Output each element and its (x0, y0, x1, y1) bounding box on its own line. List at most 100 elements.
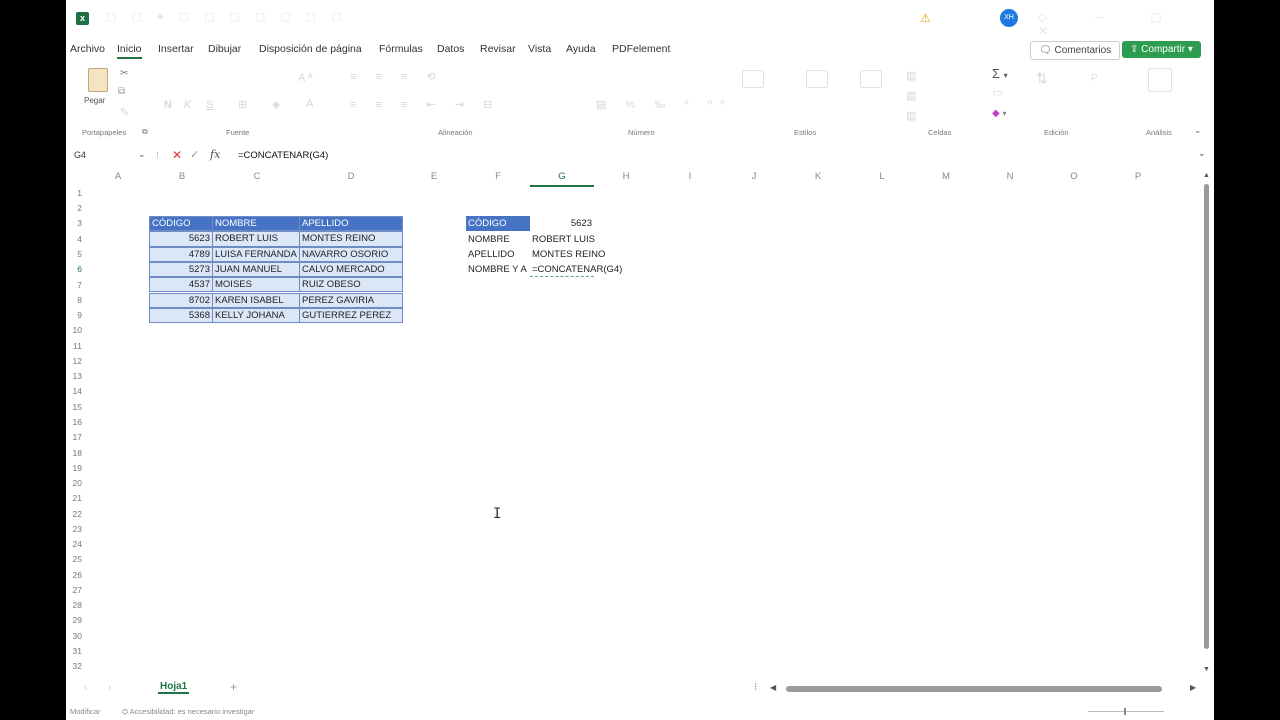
lookup-code-value[interactable]: 5623 (530, 216, 594, 231)
row-header[interactable]: 32 (66, 661, 82, 671)
row-header[interactable]: 24 (66, 539, 82, 549)
menu-formulas[interactable]: Fórmulas (379, 43, 423, 55)
horizontal-scroll-thumb[interactable] (786, 686, 1162, 692)
table-cell[interactable]: KELLY JOHANA (212, 307, 300, 324)
table-header-codigo[interactable]: CÓDIGO (149, 216, 213, 232)
enter-icon[interactable]: ✓ (190, 148, 199, 161)
comments-button[interactable]: 🗨 Comentarios (1030, 41, 1121, 60)
column-header-b[interactable]: B (150, 171, 214, 185)
row-header[interactable]: 8 (66, 295, 82, 305)
find-icon[interactable]: ⌕ (1090, 68, 1099, 86)
column-header-e[interactable]: E (402, 171, 466, 185)
borders-icon[interactable]: ⊞ (238, 98, 247, 111)
menu-archivo[interactable]: Archivo (70, 43, 105, 55)
column-header-h[interactable]: H (594, 171, 658, 185)
table-cell[interactable]: 8702 (149, 292, 213, 308)
clear-icon[interactable]: ◆ ▾ (992, 108, 1006, 119)
row-header[interactable]: 30 (66, 631, 82, 641)
table-cell[interactable]: 4537 (149, 277, 213, 293)
font-size-icons[interactable]: A ᴬ (298, 72, 313, 84)
row-header[interactable]: 7 (66, 280, 82, 290)
next-sheet-icon[interactable]: › (108, 682, 111, 693)
column-header-l[interactable]: L (850, 171, 914, 185)
table-cell[interactable]: GUTIERREZ PEREZ (299, 307, 403, 324)
column-header-n[interactable]: N (978, 171, 1042, 185)
column-header-g[interactable]: G (530, 171, 594, 187)
analyze-data-icon[interactable] (1148, 68, 1172, 92)
paste-label[interactable]: Pegar (84, 96, 105, 105)
table-cell[interactable]: KAREN ISABEL (212, 292, 300, 308)
prev-sheet-icon[interactable]: ‹ (84, 682, 87, 693)
row-header[interactable]: 17 (66, 432, 82, 442)
paste-icon[interactable] (88, 68, 108, 92)
table-cell[interactable]: CALVO MERCADO (299, 261, 403, 278)
column-header-k[interactable]: K (786, 171, 850, 185)
fill-icon[interactable]: ▭ (992, 86, 1002, 99)
menu-revisar[interactable]: Revisar (480, 43, 516, 55)
underline-icon[interactable]: S (206, 99, 213, 111)
row-header[interactable]: 25 (66, 554, 82, 564)
autosum-icon[interactable]: Σ ▾ (992, 66, 1008, 81)
vertical-scroll-thumb[interactable] (1204, 184, 1209, 649)
avatar[interactable]: XH (1000, 9, 1018, 27)
vertical-scrollbar[interactable]: ▲ ▼ (1202, 172, 1212, 677)
column-header-i[interactable]: I (658, 171, 722, 185)
cancel-icon[interactable]: ✕ (172, 148, 182, 162)
table-header-apellido[interactable]: APELLIDO (299, 216, 403, 232)
more-icon[interactable]: ⁝ (754, 682, 757, 693)
row-header[interactable]: 16 (66, 417, 82, 427)
copy-icon[interactable]: ⧉ (118, 86, 125, 97)
row-header[interactable]: 9 (66, 310, 82, 320)
row-header[interactable]: 14 (66, 386, 82, 396)
lookup-surname-value[interactable]: MONTES REINO (530, 247, 605, 262)
row-header[interactable]: 20 (66, 478, 82, 488)
table-cell[interactable]: 5368 (149, 307, 213, 324)
row-header[interactable]: 1 (66, 188, 82, 198)
cells-icons[interactable]: ▥ ▥ ▥ (906, 66, 916, 126)
lookup-name-value[interactable]: ROBERT LUIS (530, 232, 595, 247)
column-header-p[interactable]: P (1106, 171, 1170, 185)
scroll-down-icon[interactable]: ▼ (1203, 666, 1210, 673)
formula-input[interactable]: =CONCATENAR(G4) (238, 150, 328, 161)
row-header[interactable]: 19 (66, 463, 82, 473)
cell-styles-icon[interactable] (860, 70, 882, 88)
menu-disposicion[interactable]: Disposición de página (259, 43, 362, 55)
share-button[interactable]: ⇪ Compartir ▾ (1122, 41, 1201, 58)
row-header[interactable]: 4 (66, 234, 82, 244)
row-header[interactable]: 23 (66, 524, 82, 534)
menu-datos[interactable]: Datos (437, 43, 464, 55)
dialog-launcher-icon[interactable]: ⧉ (142, 127, 148, 137)
menu-dibujar[interactable]: Dibujar (208, 43, 241, 55)
row-header[interactable]: 22 (66, 509, 82, 519)
accessibility-status[interactable]: ⛭ Accesibilidad: es necesario investigar (122, 707, 254, 717)
format-as-table-icon[interactable] (806, 70, 828, 88)
table-cell[interactable]: MONTES REINO (299, 231, 403, 247)
table-cell[interactable]: 5623 (149, 231, 213, 247)
row-header[interactable]: 15 (66, 402, 82, 412)
menu-ayuda[interactable]: Ayuda (566, 43, 596, 55)
column-header-j[interactable]: J (722, 171, 786, 185)
table-cell[interactable]: ROBERT LUIS (212, 231, 300, 247)
table-cell[interactable]: 5273 (149, 261, 213, 278)
scroll-right-icon[interactable]: ▶ (1190, 683, 1196, 692)
alignment-icons-row2[interactable]: ≡ ≡ ≡ ⇤ ⇥ ⊟ (350, 98, 500, 111)
cut-icon[interactable]: ✂ (120, 68, 128, 79)
fill-color-icon[interactable]: ◈ (272, 98, 280, 111)
add-sheet-icon[interactable]: + (230, 680, 237, 694)
table-cell[interactable]: JUAN MANUEL (212, 261, 300, 278)
alignment-icons[interactable]: ≡ ≡ ≡ ⟲ (350, 70, 444, 83)
column-header-f[interactable]: F (466, 171, 530, 185)
lookup-surname-label[interactable]: APELLIDO (466, 247, 530, 262)
row-header[interactable]: 31 (66, 646, 82, 656)
name-box[interactable]: G4 ⌄ (74, 149, 146, 160)
quick-access-icons[interactable]: ▢ ▢ ● ▢ ▢ ▢ ▢ ▢ ▢ ▢ (106, 10, 348, 23)
number-format-icons[interactable]: ▤ % ‰ ⁰ ⁰⁰ (596, 98, 733, 111)
table-header-nombre[interactable]: NOMBRE (212, 216, 300, 232)
window-controls[interactable]: ◇ ─ ▢ ✕ (1038, 10, 1214, 38)
row-header[interactable]: 21 (66, 493, 82, 503)
row-header[interactable]: 13 (66, 371, 82, 381)
format-painter-icon[interactable]: ✎ (120, 106, 129, 119)
scroll-left-icon[interactable]: ◀ (770, 683, 776, 692)
menu-vista[interactable]: Vista (528, 43, 551, 55)
row-header[interactable]: 3 (66, 218, 82, 228)
